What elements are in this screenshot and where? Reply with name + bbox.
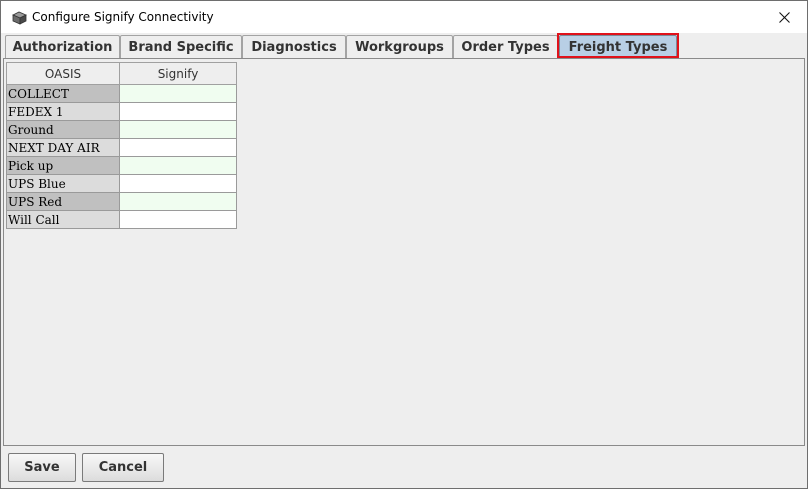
oasis-cell[interactable]: Ground xyxy=(6,120,120,139)
freight-types-table: OASIS Signify COLLECT FEDEX 1 Ground NEX… xyxy=(6,62,237,229)
table-row: Pick up xyxy=(6,156,237,175)
signify-cell[interactable] xyxy=(119,192,237,211)
tab-authorization[interactable]: Authorization xyxy=(5,35,120,58)
column-header-signify[interactable]: Signify xyxy=(119,62,237,85)
oasis-cell[interactable]: Will Call xyxy=(6,210,120,229)
window-title: Configure Signify Connectivity xyxy=(32,10,214,24)
table-row: UPS Red xyxy=(6,192,237,211)
tab-diagnostics[interactable]: Diagnostics xyxy=(242,35,346,58)
oasis-cell[interactable]: NEXT DAY AIR xyxy=(6,138,120,157)
tab-freight-types[interactable]: Freight Types xyxy=(559,35,677,58)
app-box-icon xyxy=(12,10,27,25)
signify-cell[interactable] xyxy=(119,210,237,229)
oasis-cell[interactable]: UPS Red xyxy=(6,192,120,211)
close-icon xyxy=(778,8,790,27)
close-button[interactable] xyxy=(761,1,807,33)
oasis-cell[interactable]: UPS Blue xyxy=(6,174,120,193)
tab-workgroups[interactable]: Workgroups xyxy=(346,35,453,58)
tab-brand-specific[interactable]: Brand Specific xyxy=(120,35,242,58)
oasis-cell[interactable]: Pick up xyxy=(6,156,120,175)
button-bar: Save Cancel xyxy=(1,447,807,488)
dialog-window: Configure Signify Connectivity Authoriza… xyxy=(0,0,808,489)
table-row: NEXT DAY AIR xyxy=(6,138,237,157)
title-bar: Configure Signify Connectivity xyxy=(1,1,807,33)
freight-types-panel: OASIS Signify COLLECT FEDEX 1 Ground NEX… xyxy=(3,58,805,446)
tab-order-types[interactable]: Order Types xyxy=(453,35,558,58)
signify-cell[interactable] xyxy=(119,156,237,175)
save-button[interactable]: Save xyxy=(8,453,76,482)
tab-strip: Authorization Brand Specific Diagnostics… xyxy=(1,33,807,58)
table-row: FEDEX 1 xyxy=(6,102,237,121)
signify-cell[interactable] xyxy=(119,174,237,193)
oasis-cell[interactable]: COLLECT xyxy=(6,84,120,103)
column-header-oasis[interactable]: OASIS xyxy=(6,62,120,85)
table-row: UPS Blue xyxy=(6,174,237,193)
signify-cell[interactable] xyxy=(119,102,237,121)
cancel-button[interactable]: Cancel xyxy=(82,453,164,482)
table-row: Will Call xyxy=(6,210,237,229)
oasis-cell[interactable]: FEDEX 1 xyxy=(6,102,120,121)
table-row: Ground xyxy=(6,120,237,139)
table-header-row: OASIS Signify xyxy=(6,62,237,85)
signify-cell[interactable] xyxy=(119,120,237,139)
signify-cell[interactable] xyxy=(119,138,237,157)
table-row: COLLECT xyxy=(6,84,237,103)
signify-cell[interactable] xyxy=(119,84,237,103)
